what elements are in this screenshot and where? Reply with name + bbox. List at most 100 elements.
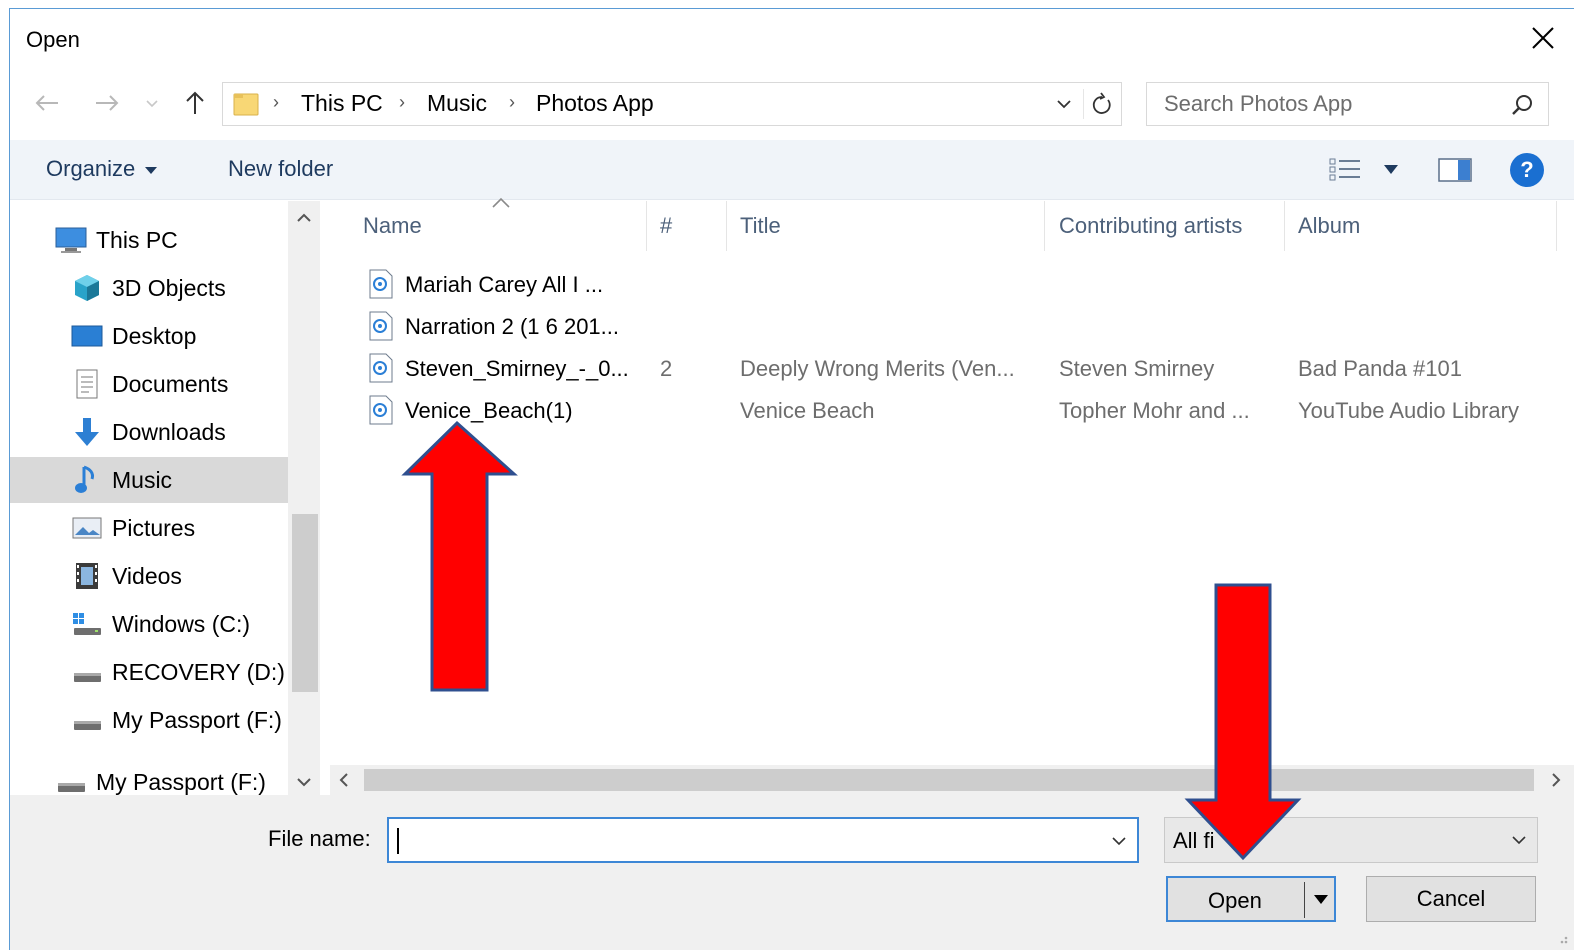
scroll-down-icon[interactable] bbox=[296, 776, 312, 788]
close-icon[interactable] bbox=[1526, 21, 1560, 55]
nav-pane-scrollbar-thumb[interactable] bbox=[292, 514, 318, 692]
caret-down-icon[interactable] bbox=[1314, 895, 1328, 904]
preview-pane-icon[interactable] bbox=[1438, 155, 1472, 185]
file-artists: Steven Smirney bbox=[1059, 356, 1215, 381]
file-album: Bad Panda #101 bbox=[1298, 356, 1462, 381]
refresh-button[interactable] bbox=[1083, 89, 1119, 119]
audio-file-icon bbox=[369, 395, 393, 425]
scroll-left-icon[interactable] bbox=[338, 772, 350, 788]
nav-item-label: RECOVERY (D:) bbox=[112, 658, 285, 685]
nav-item-windows-c[interactable]: Windows (C:) bbox=[70, 601, 250, 647]
file-title: Deeply Wrong Merits (Ven... bbox=[740, 356, 1015, 381]
breadcrumb-separator: › bbox=[273, 92, 279, 112]
search-icon[interactable] bbox=[1510, 93, 1534, 117]
nav-item-desktop[interactable]: Desktop bbox=[70, 313, 196, 359]
window-title: Open bbox=[26, 27, 80, 52]
file-artists: Topher Mohr and ... bbox=[1059, 398, 1250, 423]
nav-item-my-passport-f-root[interactable]: My Passport (F:) bbox=[54, 759, 266, 795]
breadcrumb-photos-app[interactable]: Photos App bbox=[536, 90, 654, 117]
caret-down-icon bbox=[145, 166, 158, 174]
text-caret bbox=[397, 828, 399, 854]
resize-grip-icon[interactable] bbox=[1552, 928, 1570, 946]
back-arrow-icon bbox=[35, 95, 58, 111]
nav-item-documents[interactable]: Documents bbox=[70, 361, 228, 407]
drive-icon bbox=[70, 703, 104, 737]
film-icon bbox=[70, 559, 104, 593]
download-arrow-icon bbox=[70, 415, 104, 449]
recent-locations-button[interactable] bbox=[140, 88, 164, 118]
nav-item-this-pc[interactable]: This PC bbox=[54, 217, 178, 263]
column-header-contributing-artists[interactable]: Contributing artists bbox=[1059, 213, 1242, 239]
column-header-album[interactable]: Album bbox=[1298, 213, 1360, 239]
audio-file-icon bbox=[369, 269, 393, 299]
breadcrumb-this-pc[interactable]: This PC bbox=[301, 90, 383, 117]
file-list: Name # Title Contributing artists Album … bbox=[330, 201, 1574, 795]
column-divider[interactable] bbox=[1044, 201, 1045, 251]
column-divider[interactable] bbox=[726, 201, 727, 251]
scroll-right-icon[interactable] bbox=[1550, 772, 1562, 788]
drive-icon bbox=[54, 765, 88, 795]
desktop-icon bbox=[70, 319, 104, 353]
organize-menu[interactable]: Organize bbox=[46, 156, 158, 182]
file-name: Steven_Smirney_-_0... bbox=[405, 356, 629, 381]
column-header-number[interactable]: # bbox=[660, 213, 672, 239]
change-view-icon[interactable] bbox=[1328, 153, 1418, 187]
nav-item-pictures[interactable]: Pictures bbox=[70, 505, 195, 551]
folder-icon bbox=[233, 93, 259, 116]
address-bar[interactable]: › This PC › Music › Photos App bbox=[222, 82, 1122, 126]
new-folder-button[interactable]: New folder bbox=[228, 156, 333, 182]
refresh-icon bbox=[1092, 92, 1111, 114]
nav-item-recovery-d[interactable]: RECOVERY (D:) bbox=[70, 649, 285, 695]
nav-item-label: Pictures bbox=[112, 514, 196, 541]
chevron-down-icon[interactable] bbox=[1053, 93, 1075, 115]
column-divider[interactable] bbox=[1556, 201, 1557, 251]
search-input[interactable]: Search Photos App bbox=[1146, 82, 1549, 126]
file-name-label: File name: bbox=[268, 826, 371, 851]
scroll-up-icon[interactable] bbox=[296, 212, 312, 224]
file-type-select[interactable]: All fi bbox=[1164, 817, 1538, 863]
help-icon[interactable]: ? bbox=[1510, 153, 1544, 187]
forward-button[interactable] bbox=[92, 88, 122, 118]
column-divider[interactable] bbox=[646, 201, 647, 251]
nav-item-3d-objects[interactable]: 3D Objects bbox=[70, 265, 226, 311]
file-name-input[interactable] bbox=[387, 817, 1139, 863]
forward-arrow-icon bbox=[96, 95, 119, 111]
column-divider[interactable] bbox=[1284, 201, 1285, 251]
nav-item-label: Windows (C:) bbox=[112, 610, 251, 637]
music-note-icon bbox=[70, 463, 104, 497]
windows-drive-icon bbox=[70, 607, 104, 641]
file-name: Mariah Carey All I ... bbox=[405, 272, 604, 297]
breadcrumb-separator: › bbox=[509, 92, 515, 112]
organize-label: Organize bbox=[46, 156, 136, 181]
file-type-value: All fi bbox=[1173, 828, 1215, 853]
nav-item-my-passport-f[interactable]: My Passport (F:) bbox=[70, 697, 282, 743]
nav-item-downloads[interactable]: Downloads bbox=[70, 409, 226, 455]
breadcrumb-music[interactable]: Music bbox=[427, 90, 487, 117]
search-placeholder: Search Photos App bbox=[1164, 91, 1353, 116]
pictures-icon bbox=[70, 511, 104, 545]
navigation-pane: This PC 3D Objects Desktop Documents Dow… bbox=[10, 201, 322, 795]
column-header-name[interactable]: Name bbox=[363, 213, 422, 239]
nav-item-label: 3D Objects bbox=[112, 274, 226, 301]
computer-icon bbox=[54, 223, 88, 257]
audio-file-icon bbox=[369, 353, 393, 383]
audio-file-icon bbox=[369, 311, 393, 341]
chevron-down-icon[interactable] bbox=[1109, 831, 1129, 851]
breadcrumb-separator: › bbox=[399, 92, 405, 112]
nav-pane-scrollbar[interactable] bbox=[288, 201, 320, 795]
nav-item-label: Desktop bbox=[112, 322, 197, 349]
column-header-title[interactable]: Title bbox=[740, 213, 781, 239]
nav-item-videos[interactable]: Videos bbox=[70, 553, 182, 599]
open-button-label: Open bbox=[1208, 888, 1262, 913]
back-button[interactable] bbox=[32, 88, 62, 118]
nav-item-label: My Passport (F:) bbox=[112, 706, 282, 733]
up-arrow-icon bbox=[186, 91, 204, 114]
file-name: Venice_Beach(1) bbox=[405, 398, 573, 423]
cancel-button[interactable]: Cancel bbox=[1366, 876, 1536, 922]
nav-item-label: Documents bbox=[112, 370, 229, 397]
open-button[interactable]: Open bbox=[1166, 876, 1336, 922]
up-button[interactable] bbox=[180, 88, 210, 118]
horizontal-scrollbar-thumb[interactable] bbox=[364, 769, 1534, 791]
nav-item-music[interactable]: Music bbox=[10, 457, 288, 503]
command-bar: Organize New folder ? bbox=[10, 140, 1574, 200]
